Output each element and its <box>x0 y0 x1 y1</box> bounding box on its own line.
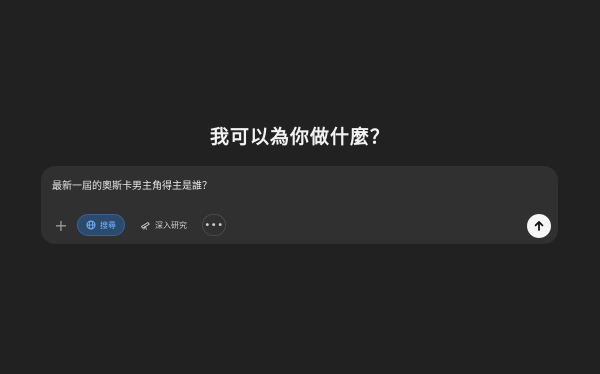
page-heading: 我可以為你做什麼？ <box>209 126 390 148</box>
prompt-input[interactable]: 最新一屆的奧斯卡男主角得主是誰？ <box>52 177 212 192</box>
arrow-up-icon <box>533 220 545 232</box>
deep-research-button[interactable]: 深入研究 <box>131 214 196 236</box>
telescope-icon <box>140 220 151 230</box>
deep-research-label: 深入研究 <box>155 220 187 230</box>
search-label: 搜尋 <box>100 220 116 230</box>
globe-icon <box>86 220 96 230</box>
search-toggle-button[interactable]: 搜尋 <box>77 214 125 236</box>
more-options-button[interactable]: ••• <box>202 214 226 236</box>
plus-icon: + <box>54 215 68 235</box>
composer-toolbar: + 搜尋 深入研究 ••• <box>51 213 226 237</box>
attach-button[interactable]: + <box>51 215 71 235</box>
chat-composer[interactable]: 最新一屆的奧斯卡男主角得主是誰？ + 搜尋 深入研究 ••• <box>41 166 558 244</box>
ellipsis-icon: ••• <box>204 219 224 231</box>
send-button[interactable] <box>527 214 551 238</box>
